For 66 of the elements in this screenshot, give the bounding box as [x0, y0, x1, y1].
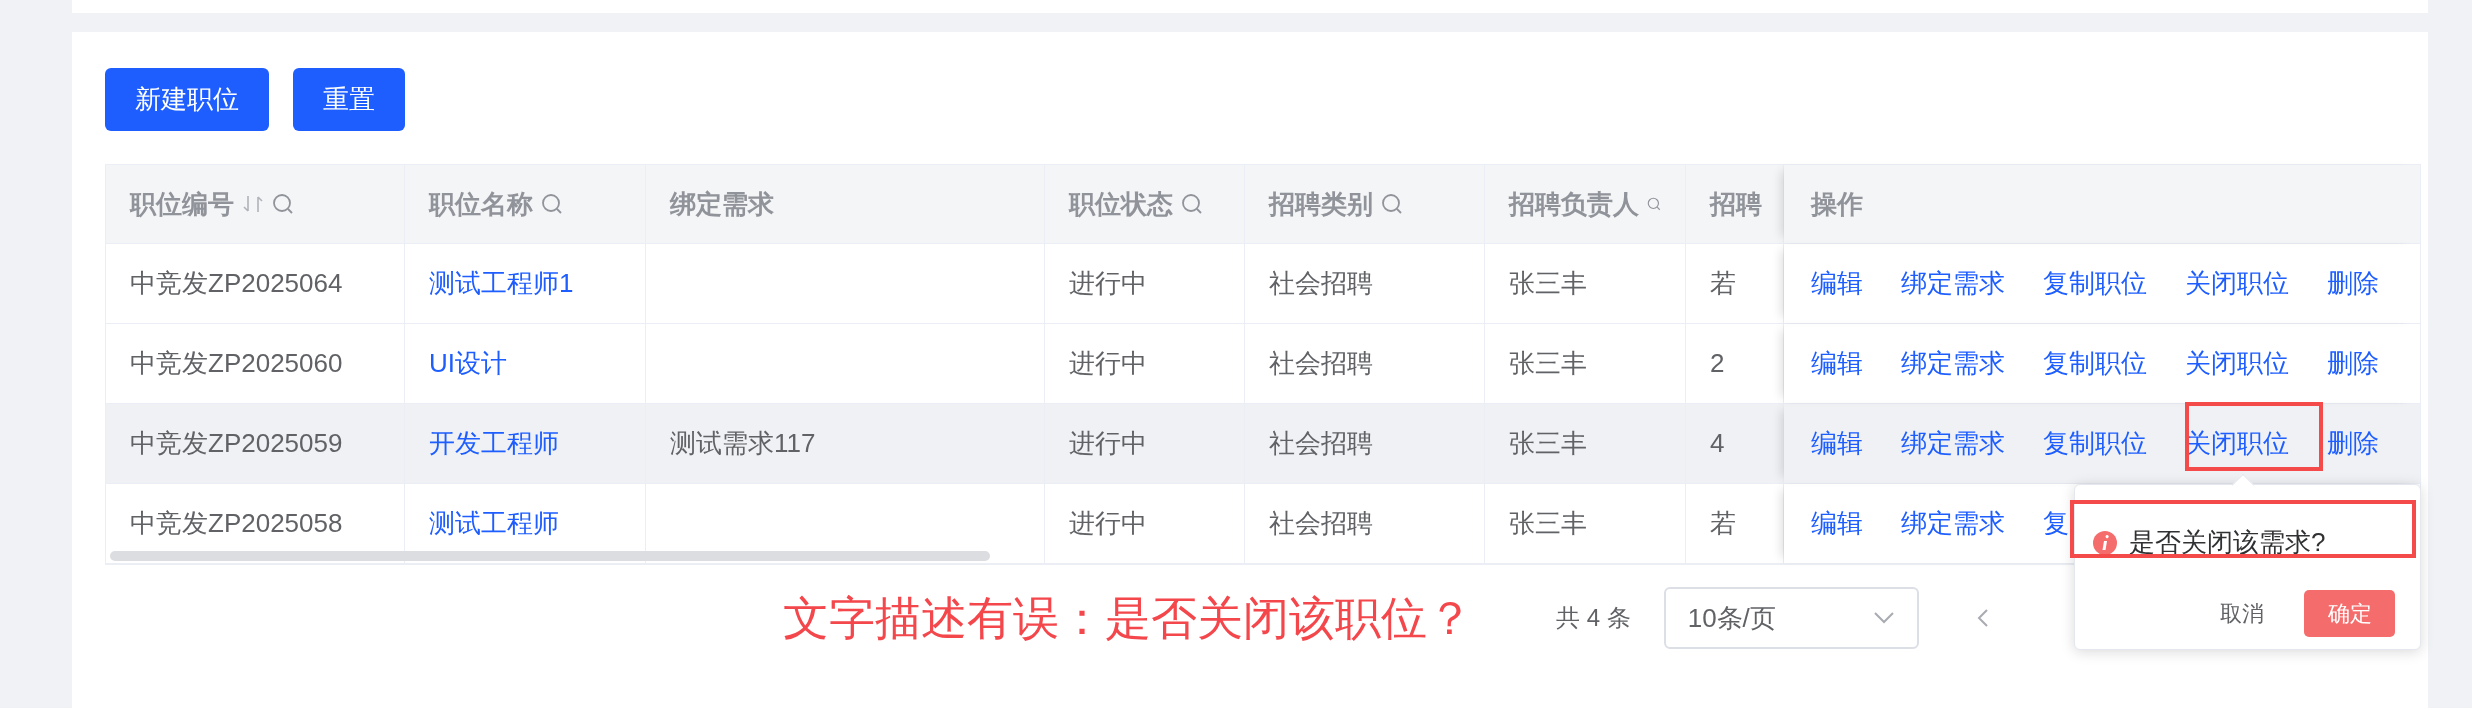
action-link[interactable]: 绑定需求 — [1901, 504, 2005, 543]
table-cell-text: 中竞发ZP2025059 — [130, 427, 343, 460]
confirm-message: 是否关闭该需求? — [2129, 526, 2326, 559]
table-cell-text: 社会招聘 — [1269, 427, 1373, 460]
table-cell-text: 若 — [1710, 267, 1736, 300]
table-cell-text: 若 — [1710, 507, 1736, 540]
table-cell-text: 进行中 — [1069, 427, 1147, 460]
action-link[interactable]: 复 — [2043, 504, 2069, 543]
column-header: 绑定需求 — [670, 187, 774, 221]
action-link[interactable]: 关闭职位 — [2185, 344, 2289, 383]
table-cell-text: 进行中 — [1069, 267, 1147, 300]
action-link[interactable]: 编辑 — [1811, 344, 1863, 383]
table-cell-text: 中竞发ZP2025064 — [130, 267, 343, 300]
action-link[interactable]: 绑定需求 — [1901, 344, 2005, 383]
table-cell-text: 中竞发ZP2025058 — [130, 507, 343, 540]
sort-icon[interactable] — [242, 194, 264, 214]
action-link[interactable]: 编辑 — [1811, 424, 1863, 463]
job-title-link[interactable]: 测试工程师 — [429, 504, 559, 543]
table-cell-text: 社会招聘 — [1269, 347, 1373, 380]
search-icon[interactable] — [1181, 193, 1203, 215]
action-link[interactable]: 编辑 — [1811, 264, 1863, 303]
action-link[interactable]: 复制职位 — [2043, 344, 2147, 383]
table-cell-text: 社会招聘 — [1269, 507, 1373, 540]
action-link[interactable]: 编辑 — [1811, 504, 1863, 543]
table-cell-text: 进行中 — [1069, 347, 1147, 380]
column-header: 职位编号 — [130, 187, 234, 221]
table-cell-text: 张三丰 — [1509, 347, 1587, 380]
job-title-link[interactable]: UI设计 — [429, 344, 507, 383]
search-icon[interactable] — [1381, 193, 1403, 215]
column-header: 招聘类别 — [1269, 187, 1373, 221]
table-cell-text: 张三丰 — [1509, 507, 1587, 540]
primary-button[interactable]: 新建职位 — [105, 68, 269, 131]
search-icon[interactable] — [272, 193, 294, 215]
column-header: 职位名称 — [429, 187, 533, 221]
action-link[interactable]: 复制职位 — [2043, 424, 2147, 463]
cancel-button[interactable]: 取消 — [2220, 597, 2264, 630]
table-cell-text: 2 — [1710, 347, 1725, 380]
search-icon[interactable] — [541, 193, 563, 215]
primary-button[interactable]: 重置 — [293, 68, 405, 131]
action-link[interactable]: 绑定需求 — [1901, 264, 2005, 303]
table-cell-text: 张三丰 — [1509, 427, 1587, 460]
annotation-text: 文字描述有误：是否关闭该职位？ — [783, 591, 1473, 646]
table-cell-text: 4 — [1710, 427, 1725, 460]
info-icon — [2093, 530, 2117, 555]
job-title-link[interactable]: 开发工程师 — [429, 424, 559, 463]
previous-page-icon[interactable] — [1976, 608, 1989, 628]
chevron-down-icon — [1872, 611, 1895, 625]
column-header: 招聘负责人 — [1509, 187, 1639, 221]
total-count: 共 4 条 — [1556, 603, 1631, 633]
table-cell-text: 社会招聘 — [1269, 267, 1373, 300]
action-link[interactable]: 删除 — [2327, 424, 2379, 463]
table-cell-text: 张三丰 — [1509, 267, 1587, 300]
job-title-link[interactable]: 测试工程师1 — [429, 264, 574, 303]
column-header: 操作 — [1811, 187, 1863, 221]
column-header: 职位状态 — [1069, 187, 1173, 221]
confirm-button[interactable]: 确定 — [2304, 590, 2395, 637]
column-header: 招聘 — [1710, 187, 1762, 221]
action-link[interactable]: 删除 — [2327, 344, 2379, 383]
action-link[interactable]: 复制职位 — [2043, 264, 2147, 303]
page-size-select[interactable]: 10条/页 — [1663, 587, 1919, 649]
table-cell-text: 进行中 — [1069, 507, 1147, 540]
action-link[interactable]: 绑定需求 — [1901, 424, 2005, 463]
action-link[interactable]: 删除 — [2327, 264, 2379, 303]
table-cell-text: 中竞发ZP2025060 — [130, 347, 343, 380]
table-cell-text: 测试需求117 — [670, 427, 816, 460]
action-link[interactable]: 关闭职位 — [2185, 264, 2289, 303]
